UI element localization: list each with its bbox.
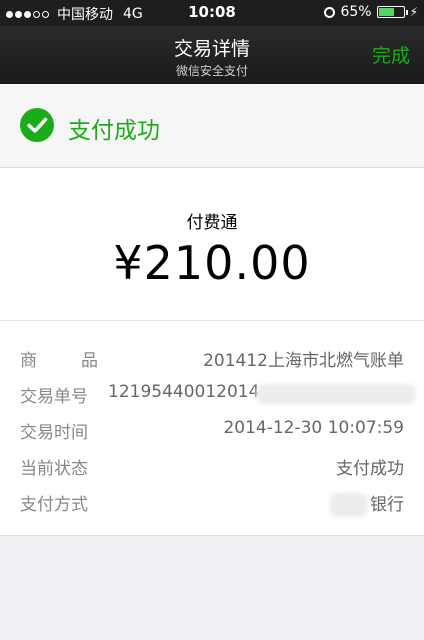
- order-number-value: 12195440012014: [108, 382, 260, 402]
- detail-row-time: 交易时间 2014-12-30 10:07:59: [20, 418, 404, 444]
- payment-method-label: 支付方式: [20, 495, 88, 515]
- current-status-value: 支付成功: [336, 459, 404, 479]
- product-value: 201412上海市北燃气账单: [203, 351, 404, 371]
- detail-row-status: 当前状态 支付成功: [20, 454, 404, 480]
- alarm-icon: [324, 6, 336, 18]
- redacted-region: [256, 384, 416, 404]
- done-button[interactable]: 完成: [372, 41, 410, 68]
- battery-percent: 65%: [340, 4, 372, 20]
- nav-bar: 交易详情 微信安全支付 完成: [0, 26, 424, 84]
- payment-amount: ¥210.00: [113, 236, 311, 290]
- current-status-label: 当前状态: [20, 459, 88, 479]
- status-bar: 中国移动 4G 10:08 65% ⚡: [0, 0, 424, 26]
- redacted-region: [330, 493, 368, 517]
- detail-row-order-number: 交易单号 12195440012014: [20, 382, 416, 408]
- checkmark-icon: [20, 108, 54, 142]
- page-subtitle: 微信安全支付: [175, 64, 248, 78]
- payment-success-banner: 支付成功: [0, 84, 424, 168]
- detail-row-payment-method: 支付方式 银行: [20, 490, 404, 517]
- transaction-time-value: 2014-12-30 10:07:59: [223, 418, 404, 438]
- battery-icon: [376, 6, 408, 18]
- transaction-card: 付费通 ¥210.00 商品 201412上海市北燃气账单 交易单号 12195…: [0, 168, 424, 536]
- payment-method-value: 银行: [370, 495, 404, 515]
- merchant-name: 付费通: [186, 213, 238, 233]
- payment-method-container: 银行: [330, 490, 404, 517]
- order-number-label: 交易单号: [20, 387, 88, 407]
- divider: [0, 320, 424, 321]
- payment-status-title: 支付成功: [68, 118, 160, 144]
- detail-row-product: 商品 201412上海市北燃气账单: [20, 346, 404, 372]
- transaction-time-label: 交易时间: [20, 423, 88, 443]
- page-title: 交易详情: [173, 38, 250, 60]
- charging-icon: ⚡: [409, 5, 418, 19]
- product-label: 商品: [20, 351, 142, 371]
